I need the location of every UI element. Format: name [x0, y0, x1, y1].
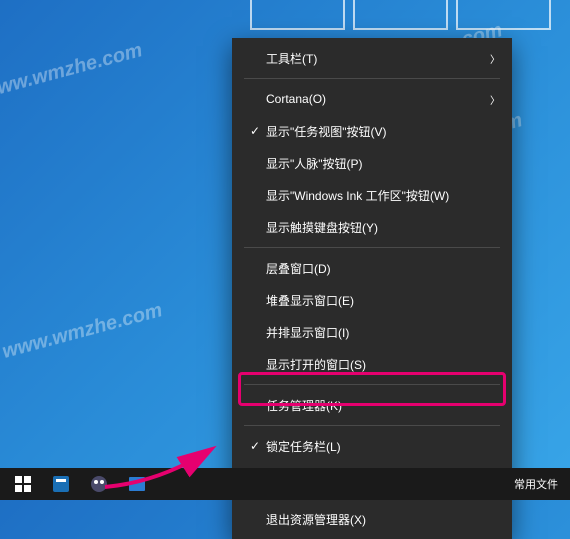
- taskbar-right: 常用文件: [514, 476, 566, 492]
- app-icon: [51, 474, 71, 494]
- chevron-right-icon: 〉: [490, 92, 500, 107]
- app-icon: [89, 474, 109, 494]
- menu-item-show-touch-keyboard[interactable]: 显示触摸键盘按钮(Y): [232, 211, 512, 243]
- menu-label: 并排显示窗口(I): [266, 324, 500, 341]
- taskbar-app-icon[interactable]: [81, 470, 117, 498]
- check-icon: ✓: [244, 124, 266, 138]
- menu-label: 锁定任务栏(L): [266, 438, 500, 455]
- menu-item-cascade-windows[interactable]: 层叠窗口(D): [232, 252, 512, 284]
- menu-label: 显示"人脉"按钮(P): [266, 155, 500, 172]
- taskbar-app-icon[interactable]: [43, 470, 79, 498]
- window-outline: [353, 0, 448, 30]
- menu-item-stacked-windows[interactable]: 堆叠显示窗口(E): [232, 284, 512, 316]
- window-outline: [456, 0, 551, 30]
- chevron-right-icon: 〉: [490, 51, 500, 66]
- menu-item-show-ink[interactable]: 显示"Windows Ink 工作区"按钮(W): [232, 179, 512, 211]
- menu-label: 堆叠显示窗口(E): [266, 292, 500, 309]
- menu-item-task-manager[interactable]: 任务管理器(K): [232, 389, 512, 421]
- app-icon: [127, 474, 147, 494]
- watermark: www.wmzhe.com: [0, 299, 165, 364]
- menu-label: 显示触摸键盘按钮(Y): [266, 219, 500, 236]
- check-icon: ✓: [244, 439, 266, 453]
- menu-label: 显示打开的窗口(S): [266, 356, 500, 373]
- menu-label: 工具栏(T): [266, 50, 490, 67]
- menu-item-cortana[interactable]: Cortana(O) 〉: [232, 83, 512, 115]
- start-button[interactable]: [5, 470, 41, 498]
- taskbar: 常用文件: [0, 468, 570, 500]
- taskbar-context-menu: 工具栏(T) 〉 Cortana(O) 〉 ✓ 显示"任务视图"按钮(V) 显示…: [232, 38, 512, 539]
- menu-label: 显示"任务视图"按钮(V): [266, 123, 500, 140]
- taskbar-right-label[interactable]: 常用文件: [514, 476, 558, 492]
- menu-separator: [244, 247, 500, 248]
- menu-label: 退出资源管理器(X): [266, 511, 500, 528]
- menu-item-toolbar[interactable]: 工具栏(T) 〉: [232, 42, 512, 74]
- menu-separator: [244, 78, 500, 79]
- taskbar-app-icon[interactable]: [119, 470, 155, 498]
- menu-label: 任务管理器(K): [266, 397, 500, 414]
- menu-item-show-people[interactable]: 显示"人脉"按钮(P): [232, 147, 512, 179]
- menu-item-exit-explorer[interactable]: 退出资源管理器(X): [232, 503, 512, 535]
- menu-item-show-taskview[interactable]: ✓ 显示"任务视图"按钮(V): [232, 115, 512, 147]
- menu-item-lock-taskbar[interactable]: ✓ 锁定任务栏(L): [232, 430, 512, 462]
- menu-separator: [244, 425, 500, 426]
- menu-separator: [244, 384, 500, 385]
- menu-item-side-by-side[interactable]: 并排显示窗口(I): [232, 316, 512, 348]
- menu-label: 显示"Windows Ink 工作区"按钮(W): [266, 187, 500, 204]
- menu-label: Cortana(O): [266, 92, 490, 106]
- menu-item-show-open-windows[interactable]: 显示打开的窗口(S): [232, 348, 512, 380]
- menu-label: 层叠窗口(D): [266, 260, 500, 277]
- window-outline: [250, 0, 345, 30]
- watermark: www.wmzhe.com: [0, 39, 145, 104]
- windows-logo-icon: [15, 476, 31, 492]
- window-snap-outlines: [250, 0, 551, 30]
